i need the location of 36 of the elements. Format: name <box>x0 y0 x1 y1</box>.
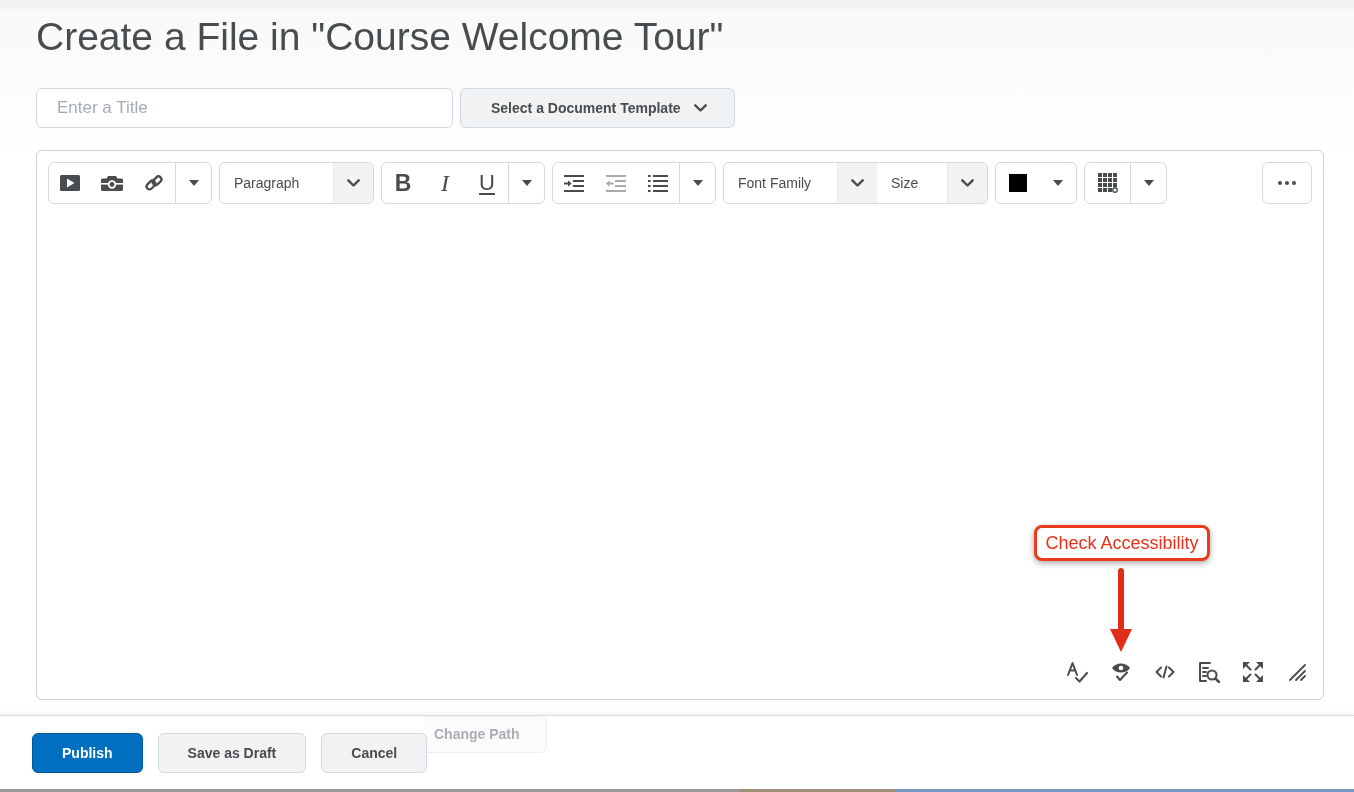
code-icon[interactable] <box>1155 665 1175 679</box>
block-format-dropdown[interactable]: Paragraph <box>220 163 373 203</box>
document-template-dropdown[interactable]: Select a Document Template <box>460 88 735 128</box>
spellcheck-icon[interactable] <box>1066 661 1088 683</box>
save-draft-button[interactable]: Save as Draft <box>157 733 307 773</box>
eye-check-icon[interactable] <box>1111 662 1131 682</box>
ellipsis-icon <box>1278 181 1296 185</box>
caret-icon[interactable] <box>188 180 199 186</box>
caret-icon[interactable] <box>1053 180 1063 186</box>
underline-button[interactable]: U <box>466 163 508 203</box>
caret-icon[interactable] <box>521 180 532 186</box>
italic-button[interactable]: I <box>424 163 466 203</box>
caret-icon[interactable] <box>692 180 703 186</box>
publish-button[interactable]: Publish <box>32 733 143 773</box>
chain-link-icon[interactable] <box>144 174 164 192</box>
chevron-icon[interactable] <box>347 179 360 187</box>
document-search-icon[interactable] <box>1198 661 1220 683</box>
fullscreen-icon[interactable] <box>1243 662 1263 682</box>
bulleted-list-icon[interactable] <box>648 174 668 192</box>
chevron-icon[interactable] <box>693 104 707 112</box>
callout-label: Check Accessibility <box>1034 525 1210 561</box>
indent-icon[interactable] <box>564 174 584 192</box>
resize-handle-icon[interactable] <box>1288 663 1306 681</box>
bold-button[interactable]: B <box>382 163 424 203</box>
color-swatch-icon[interactable] <box>1009 174 1027 192</box>
play-icon[interactable] <box>60 175 80 191</box>
font-family-dropdown[interactable]: Font Family <box>724 163 877 203</box>
page-title: Create a File in "Course Welcome Tour" <box>36 15 725 59</box>
chevron-icon[interactable] <box>851 179 864 187</box>
table-icon[interactable] <box>1097 173 1118 193</box>
title-input[interactable]: Enter a Title <box>36 88 453 128</box>
cancel-button[interactable]: Cancel <box>321 733 428 773</box>
font-size-dropdown[interactable]: Size <box>877 163 987 203</box>
chevron-icon[interactable] <box>961 179 974 187</box>
camera-icon[interactable] <box>101 175 123 191</box>
caret-icon[interactable] <box>1143 180 1154 186</box>
